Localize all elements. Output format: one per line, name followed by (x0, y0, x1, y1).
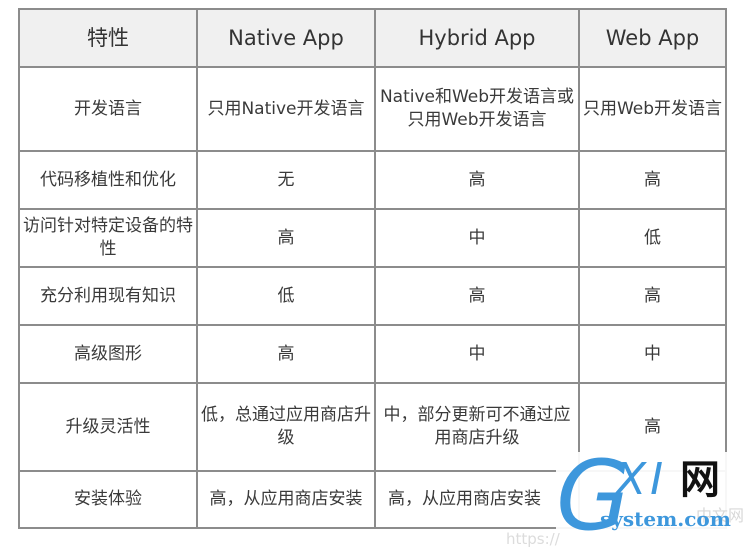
header-native-app: Native App (196, 8, 376, 68)
hybrid-cell: 中，部分更新可不通过应用商店升级 (374, 382, 580, 472)
table-row: 充分利用现有知识 低 高 高 (18, 266, 727, 326)
native-cell: 无 (196, 150, 376, 210)
header-web-app: Web App (578, 8, 727, 68)
hybrid-cell: 高 (374, 150, 580, 210)
watermark-url: https:// (506, 530, 560, 548)
web-cell: 只用Web开发语言 (578, 66, 727, 152)
feature-cell: 代码移植性和优化 (18, 150, 198, 210)
hybrid-cell: 中 (374, 208, 580, 268)
hybrid-cell: Native和Web开发语言或只用Web开发语言 (374, 66, 580, 152)
feature-cell: 充分利用现有知识 (18, 266, 198, 326)
hybrid-cell: 高，从应用商店安装 (374, 470, 580, 529)
table-row: 高级图形 高 中 中 (18, 324, 727, 384)
hybrid-cell: 高 (374, 266, 580, 326)
watermark-logo-xi: XI (616, 454, 668, 505)
native-cell: 低，总通过应用商店升级 (196, 382, 376, 472)
table-row: 代码移植性和优化 无 高 高 (18, 150, 727, 210)
native-cell: 高 (196, 208, 376, 268)
web-cell: 低 (578, 208, 727, 268)
watermark-logo-net: 网 (680, 457, 720, 503)
table-row: 开发语言 只用Native开发语言 Native和Web开发语言或只用Web开发… (18, 66, 727, 152)
feature-cell: 开发语言 (18, 66, 198, 152)
web-cell: 高 (578, 150, 727, 210)
feature-cell: 安装体验 (18, 470, 198, 529)
feature-cell: 高级图形 (18, 324, 198, 384)
header-feature: 特性 (18, 8, 198, 68)
feature-cell: 访问针对特定设备的特性 (18, 208, 198, 268)
native-cell: 高，从应用商店安装 (196, 470, 376, 529)
feature-cell: 升级灵活性 (18, 382, 198, 472)
watermark-domain: system.com (600, 507, 731, 531)
header-row: 特性 Native App Hybrid App Web App (18, 8, 727, 68)
native-cell: 低 (196, 266, 376, 326)
hybrid-cell: 中 (374, 324, 580, 384)
web-cell: 高 (578, 266, 727, 326)
native-cell: 只用Native开发语言 (196, 66, 376, 152)
header-hybrid-app: Hybrid App (374, 8, 580, 68)
site-watermark: https:// 中文网 G XI 网 system.com (506, 446, 749, 552)
web-cell: 中 (578, 324, 727, 384)
native-cell: 高 (196, 324, 376, 384)
table-row: 访问针对特定设备的特性 高 中 低 (18, 208, 727, 268)
